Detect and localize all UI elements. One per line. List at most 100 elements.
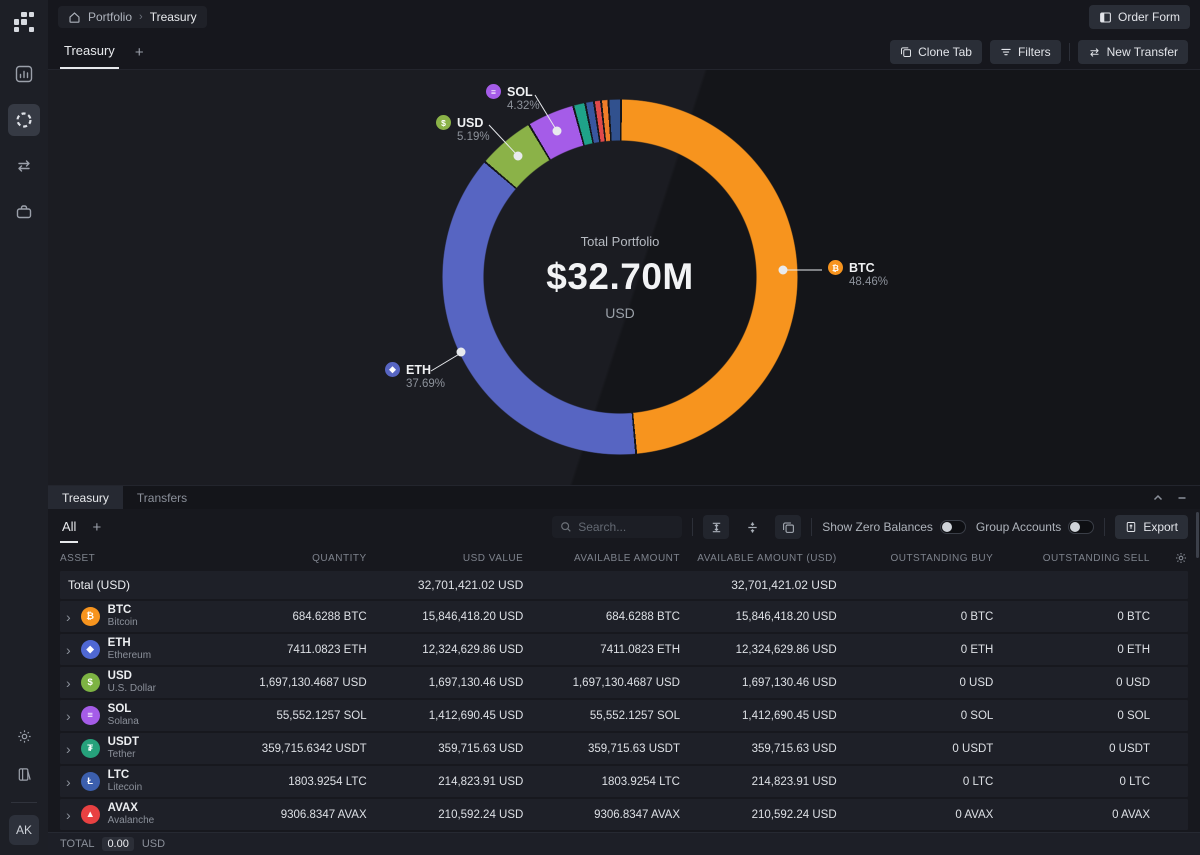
total-available-usd: 32,701,421.02 USD <box>731 578 837 592</box>
asset-symbol: ETH <box>107 637 131 650</box>
sidebar-item-transfers[interactable] <box>8 150 40 182</box>
search-input[interactable] <box>578 520 669 534</box>
user-avatar[interactable]: AK <box>9 815 39 845</box>
panel-tab-transfers[interactable]: Transfers <box>123 486 201 509</box>
show-zero-balances-group: Show Zero Balances <box>822 520 966 534</box>
outstanding-sell-cell: 0 LTC <box>1119 775 1150 788</box>
row-expand-chevron[interactable]: › <box>64 807 73 823</box>
available-amount-cell: 7411.0823 ETH <box>600 643 680 656</box>
asset-name: Bitcoin <box>107 617 138 629</box>
outstanding-buy-cell: 0 SOL <box>960 709 994 722</box>
coin-icon: ≡ <box>80 706 100 725</box>
transfer-arrows-icon <box>18 160 30 172</box>
tab-treasury[interactable]: Treasury <box>60 35 119 69</box>
usd-coin-icon: $ <box>436 115 451 130</box>
collapse-panel-icon[interactable] <box>1152 492 1164 504</box>
app-logo-icon[interactable] <box>14 12 34 32</box>
available-amount-cell: 1803.9254 LTC <box>601 775 680 788</box>
filters-button[interactable]: Filters <box>989 40 1061 64</box>
quantity-cell: 684.6288 BTC <box>292 610 367 623</box>
gear-icon <box>1175 552 1187 564</box>
copy-table-button[interactable] <box>775 515 802 539</box>
outstanding-sell-cell: 0 AVAX <box>1112 808 1150 821</box>
panel-tab-bar: Treasury Transfers <box>48 486 1200 509</box>
new-transfer-button[interactable]: New Transfer <box>1077 40 1188 64</box>
sidebar: AK <box>0 0 48 855</box>
footer-total-unit: USD <box>141 838 166 850</box>
add-tab-button[interactable]: + <box>135 38 144 69</box>
callout-btc: ₿ BTC 48.46% <box>828 260 888 288</box>
col-quantity[interactable]: QUANTITY <box>210 553 367 564</box>
portfolio-chart-panel: Total Portfolio $32.70M USD ≡ SOL 4.32% $… <box>48 70 1200 485</box>
table-row[interactable]: › ≡ SOL Solana 55,552.1257 SOL 1,412,690… <box>60 700 1188 731</box>
search-box <box>552 516 683 538</box>
breadcrumb[interactable]: Portfolio › Treasury <box>58 6 207 28</box>
table-row[interactable]: › ▲ AVAX Avalanche 9306.8347 AVAX 210,59… <box>60 799 1188 830</box>
group-accounts-toggle[interactable] <box>1068 520 1095 534</box>
clone-tab-button[interactable]: Clone Tab <box>890 40 982 64</box>
clone-icon <box>901 47 912 57</box>
row-expand-chevron[interactable]: › <box>64 741 73 757</box>
outstanding-buy-cell: 0 USD <box>959 676 994 689</box>
table-row[interactable]: › ₿ BTC Bitcoin 684.6288 BTC 15,846,418.… <box>60 601 1188 632</box>
sidebar-item-docs[interactable] <box>8 758 40 790</box>
col-asset[interactable]: ASSET <box>60 553 210 564</box>
col-outstanding-buy[interactable]: OUTSTANDING BUY <box>837 553 994 564</box>
panel-scrollbar[interactable] <box>1196 512 1199 558</box>
asset-symbol: BTC <box>107 604 132 617</box>
outstanding-sell-cell: 0 BTC <box>1117 610 1150 623</box>
show-zero-balances-toggle[interactable] <box>939 520 966 534</box>
row-expand-chevron[interactable]: › <box>64 708 73 724</box>
subtab-all[interactable]: All <box>60 511 79 543</box>
balances-panel: Treasury Transfers All + Search... Show … <box>48 485 1200 855</box>
sidebar-item-settings[interactable] <box>8 720 40 752</box>
order-form-button[interactable]: Order Form <box>1088 5 1190 29</box>
row-expand-chevron[interactable]: › <box>64 609 73 625</box>
available-amount-cell: 684.6288 BTC <box>605 610 680 623</box>
sidebar-item-analytics[interactable] <box>8 58 40 90</box>
docs-icon <box>18 767 31 781</box>
total-row: Total (USD) 32,701,421.02 USD 32,701,421… <box>60 571 1188 599</box>
breadcrumb-portfolio[interactable]: Portfolio <box>88 10 132 24</box>
panel-tab-treasury[interactable]: Treasury <box>48 486 123 509</box>
row-expand-chevron[interactable]: › <box>64 642 73 658</box>
col-available-amount-usd[interactable]: AVAILABLE AMOUNT (USD) <box>680 553 837 564</box>
table-row[interactable]: › Ł LTC Litecoin 1803.9254 LTC 214,823.9… <box>60 766 1188 797</box>
briefcase-icon <box>16 205 32 219</box>
sidebar-item-trade[interactable] <box>8 196 40 228</box>
row-expand-chevron[interactable]: › <box>64 675 73 691</box>
table-body: › ₿ BTC Bitcoin 684.6288 BTC 15,846,418.… <box>60 601 1188 832</box>
total-row-label: Total (USD) <box>68 578 131 592</box>
sidebar-divider <box>11 802 37 803</box>
donut-ring[interactable] <box>442 99 798 455</box>
col-outstanding-sell[interactable]: OUTSTANDING SELL <box>993 553 1150 564</box>
asset-symbol: USD <box>107 670 132 683</box>
minimize-panel-icon[interactable] <box>1176 492 1188 504</box>
col-available-amount[interactable]: AVAILABLE AMOUNT <box>523 553 680 564</box>
row-expand-chevron[interactable]: › <box>64 774 73 790</box>
sidebar-item-portfolio[interactable] <box>8 104 40 136</box>
asset-symbol: AVAX <box>107 802 138 815</box>
eth-coin-icon: ◆ <box>385 362 400 377</box>
col-usd-value[interactable]: USD VALUE <box>367 553 524 564</box>
asset-name: Ethereum <box>107 650 152 662</box>
coin-icon: ₿ <box>80 607 100 626</box>
table-row[interactable]: › $ USD U.S. Dollar 1,697,130.4687 USD 1… <box>60 667 1188 698</box>
available-amount-usd-cell: 1,412,690.45 USD <box>742 709 837 722</box>
search-icon <box>561 522 571 532</box>
quantity-cell: 55,552.1257 SOL <box>276 709 367 722</box>
outstanding-buy-cell: 0 LTC <box>962 775 994 788</box>
coin-icon: Ł <box>80 772 100 791</box>
align-rows-button[interactable] <box>739 515 765 539</box>
fit-rows-button[interactable] <box>703 515 730 539</box>
coin-icon: ▲ <box>80 805 100 824</box>
table-row[interactable]: › ₮ USDT Tether 359,715.6342 USDT 359,71… <box>60 733 1188 764</box>
table-settings-button[interactable] <box>1150 551 1188 565</box>
add-view-button[interactable]: + <box>92 519 101 536</box>
export-button[interactable]: Export <box>1115 515 1188 539</box>
available-amount-cell: 1,697,130.4687 USD <box>572 676 680 689</box>
outstanding-buy-cell: 0 ETH <box>960 643 994 656</box>
callout-sol: ≡ SOL 4.32% <box>486 84 540 112</box>
quantity-cell: 7411.0823 ETH <box>286 643 367 656</box>
table-row[interactable]: › ◆ ETH Ethereum 7411.0823 ETH 12,324,62… <box>60 634 1188 665</box>
